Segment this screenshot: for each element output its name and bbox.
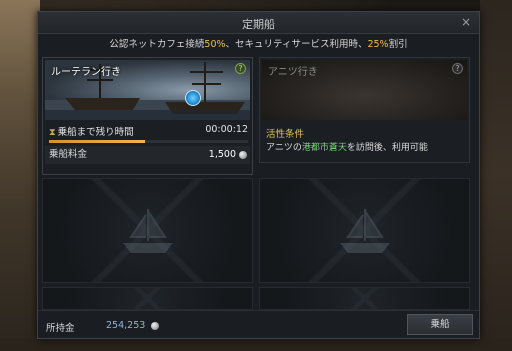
fare-label: 乗船料金 (49, 149, 88, 160)
departure-timer: ⧗ 乗船まで残り時間 00:00:12 (49, 124, 248, 138)
route-grid: ルーテラン行き ? ⧗ 乗船まで残り時間 00:00:12 乗船料金 1,500 … (42, 57, 475, 310)
notice-middle: 、セキュリティサービス利用時、 (225, 39, 368, 50)
ship-emblem-icon (122, 208, 173, 253)
route-image-luterra: ルーテラン行き ? (45, 60, 250, 120)
ship-emblem-icon (339, 208, 390, 253)
timer-label: 乗船まで残り時間 (57, 127, 134, 138)
empty-route-slot (42, 178, 253, 283)
game-world-background-bottom (0, 339, 512, 351)
route-image-anikka: アニツ行き ? (262, 60, 467, 120)
location-marker-icon (185, 90, 201, 106)
window-title: 定期船 (242, 18, 275, 31)
notice-prefix: 公認ネットカフェ接続 (109, 39, 205, 50)
route-name: ルーテラン行き (51, 67, 121, 78)
notice-suffix: 割引 (388, 39, 408, 50)
activation-condition-text: アニツの港都市蒼天を訪問後、利用可能 (266, 140, 428, 153)
departure-progress-bar (49, 140, 248, 143)
silver-coin-icon (239, 151, 247, 159)
hourglass-icon: ⧗ (49, 127, 56, 138)
help-icon[interactable]: ? (235, 63, 246, 74)
route-card-luterra[interactable]: ルーテラン行き ? ⧗ 乗船まで残り時間 00:00:12 乗船料金 1,500 (42, 57, 253, 175)
money-value: 254,253 (106, 320, 146, 331)
progress-fill (49, 140, 145, 143)
condition-suffix: を訪問後、利用可能 (346, 143, 428, 153)
notice-pct-security: 25% (367, 39, 389, 50)
route-name: アニツ行き (268, 67, 318, 78)
fare-value: 1,500 (208, 149, 236, 160)
footer: 所持金 254,253 乗船 (38, 310, 479, 338)
board-button[interactable]: 乗船 (407, 314, 473, 335)
titlebar: 定期船 × (38, 12, 479, 34)
game-world-background-left (0, 0, 40, 351)
money-label: 所持金 (46, 323, 75, 334)
notice-pct-internet-cafe: 50% (204, 39, 226, 50)
condition-place: 港都市蒼天 (301, 143, 347, 153)
ship-schedule-dialog: 定期船 × 公認ネットカフェ接続50%、セキュリティサービス利用時、25%割引 (37, 11, 480, 339)
route-card-anikka[interactable]: アニツ行き ? 活性条件 アニツの港都市蒼天を訪問後、利用可能 (259, 57, 470, 163)
silver-coin-icon (151, 322, 159, 330)
help-icon[interactable]: ? (452, 63, 463, 74)
condition-prefix: アニツの (266, 143, 302, 153)
activation-condition-title: 活性条件 (266, 129, 305, 140)
empty-route-slot (259, 178, 470, 283)
close-icon[interactable]: × (459, 15, 473, 29)
fare-row: 乗船料金 1,500 (45, 146, 250, 164)
game-world-background-right (480, 0, 512, 351)
timer-value: 00:00:12 (205, 124, 248, 135)
empty-route-slot (42, 287, 253, 310)
discount-notice: 公認ネットカフェ接続50%、セキュリティサービス利用時、25%割引 (38, 36, 479, 54)
empty-route-slot (259, 287, 470, 310)
